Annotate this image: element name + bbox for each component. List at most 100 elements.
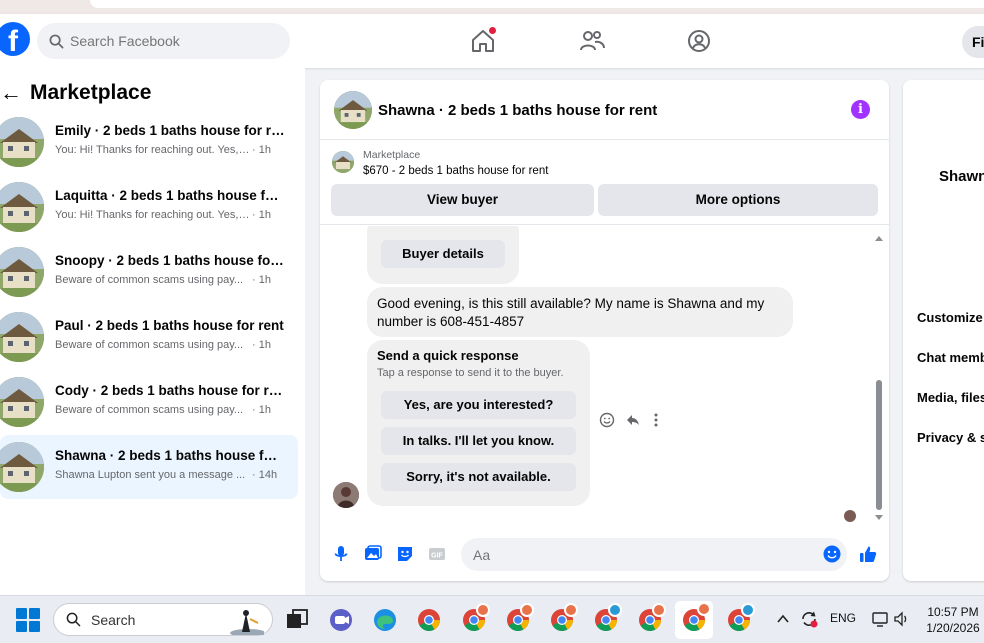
- conversation-item[interactable]: Shawna · 2 beds 1 baths house for ... Sha…: [0, 435, 298, 499]
- chrome-active-window[interactable]: [675, 601, 713, 639]
- details-media-files[interactable]: Media, files: [917, 390, 984, 405]
- back-arrow-icon[interactable]: ←: [0, 80, 22, 106]
- conversation-name: Snoopy · 2 beds 1 baths house for ...: [55, 253, 285, 268]
- listing-thumbnail: [0, 247, 44, 297]
- chrome-profile-icon[interactable]: [459, 603, 490, 635]
- sticker-icon[interactable]: [395, 544, 415, 564]
- teams-icon[interactable]: [326, 605, 356, 635]
- task-view-icon[interactable]: [282, 605, 312, 635]
- search-icon: [49, 34, 64, 48]
- quick-response-subtitle: Tap a response to send it to the buyer.: [377, 367, 564, 379]
- conversation-name: Shawna · 2 beds 1 baths house for ...: [55, 448, 285, 463]
- quick-reply-in-talks[interactable]: In talks. I'll let you know.: [381, 427, 576, 455]
- conversation-item[interactable]: Emily · 2 beds 1 baths house for rent You…: [0, 110, 298, 174]
- facebook-header: f Fi: [0, 14, 984, 68]
- conversation-name: Paul · 2 beds 1 baths house for rent: [55, 318, 284, 333]
- conversation-time: · 1h: [252, 144, 271, 156]
- language-indicator[interactable]: ENG: [830, 611, 856, 625]
- conversation-item[interactable]: Laquitta · 2 beds 1 baths house for... Yo…: [0, 175, 298, 239]
- profile-badge-icon: [741, 603, 755, 617]
- facebook-search[interactable]: [37, 23, 290, 59]
- scroll-down-icon[interactable]: [873, 513, 885, 521]
- emoji-icon[interactable]: [822, 544, 842, 564]
- search-highlight-icon: [230, 610, 264, 635]
- microphone-icon[interactable]: [331, 544, 351, 564]
- facebook-logo-icon[interactable]: f: [0, 22, 30, 56]
- quick-reply-yes[interactable]: Yes, are you interested?: [381, 391, 576, 419]
- conversation-preview: You: Hi! Thanks for reaching out. Yes, i…: [55, 144, 250, 156]
- conversation-item[interactable]: Cody · 2 beds 1 baths house for rent Bewa…: [0, 370, 298, 434]
- chat-scrollbar[interactable]: [873, 230, 885, 522]
- like-thumb-icon[interactable]: [858, 544, 878, 564]
- quick-response-title: Send a quick response: [377, 348, 519, 363]
- buyer-details-bubble: Buyer details: [367, 226, 519, 284]
- message-input[interactable]: [461, 538, 847, 571]
- chrome-icon[interactable]: [414, 605, 444, 635]
- sender-avatar[interactable]: [333, 482, 359, 508]
- profile-badge-icon: [564, 603, 578, 617]
- sync-alert-icon[interactable]: [799, 609, 819, 629]
- message-actions: [599, 412, 661, 428]
- network-icon[interactable]: [871, 610, 889, 628]
- info-icon[interactable]: i: [851, 100, 870, 119]
- conversation-preview: Beware of common scams using pay...: [55, 339, 244, 351]
- friends-nav-button[interactable]: [577, 26, 607, 56]
- conversation-preview: Beware of common scams using pay...: [55, 404, 244, 416]
- more-vertical-icon[interactable]: [651, 412, 661, 428]
- scroll-up-icon[interactable]: [873, 235, 885, 243]
- reply-arrow-icon[interactable]: [625, 412, 641, 428]
- details-chat-members[interactable]: Chat memb: [917, 350, 984, 365]
- gif-icon[interactable]: GIF: [427, 544, 447, 564]
- chrome-profile-icon[interactable]: [547, 603, 578, 635]
- scrollbar-thumb[interactable]: [876, 380, 882, 510]
- listing-source: Marketplace: [363, 149, 421, 161]
- conversation-time: · 1h: [252, 209, 271, 221]
- profile-badge-icon: [520, 603, 534, 617]
- chrome-profile-icon[interactable]: [503, 603, 534, 635]
- home-nav-button[interactable]: [468, 26, 498, 56]
- listing-card: Marketplace $670 - 2 beds 1 baths house …: [320, 141, 889, 225]
- search-input[interactable]: [70, 33, 270, 49]
- profile-button[interactable]: Fi: [962, 26, 984, 58]
- groups-nav-button[interactable]: [684, 26, 714, 56]
- system-clock[interactable]: 10:57 PM 1/20/2026: [922, 604, 984, 636]
- react-emoji-icon[interactable]: [599, 412, 615, 428]
- conversation-time: · 1h: [252, 404, 271, 416]
- taskbar-search[interactable]: Search: [53, 603, 273, 636]
- chat-panel: Shawna · 2 beds 1 baths house for rent i…: [320, 80, 889, 581]
- profile-badge-icon: [652, 603, 666, 617]
- details-name: Shawn: [939, 168, 984, 185]
- browser-top-strip: [0, 0, 984, 14]
- conversation-name: Cody · 2 beds 1 baths house for rent: [55, 383, 285, 398]
- listing-price-title[interactable]: $670 - 2 beds 1 baths house for rent: [363, 165, 548, 177]
- tray-chevron-up-icon[interactable]: [776, 612, 790, 626]
- listing-avatar[interactable]: [334, 91, 372, 129]
- incoming-message: Good evening, is this still available? M…: [367, 287, 793, 337]
- chrome-profile-icon[interactable]: [635, 603, 666, 635]
- view-buyer-button[interactable]: View buyer: [331, 184, 594, 216]
- search-icon: [66, 612, 81, 627]
- clock-time: 10:57 PM: [927, 605, 979, 619]
- windows-start-icon[interactable]: [16, 608, 40, 632]
- marketplace-sidebar: ← Marketplace Emily · 2 beds 1 baths hou…: [0, 68, 305, 595]
- conversation-item[interactable]: Snoopy · 2 beds 1 baths house for ... Bew…: [0, 240, 298, 304]
- chrome-profile-icon[interactable]: [591, 603, 622, 635]
- volume-icon[interactable]: [893, 610, 911, 628]
- sidebar-title: Marketplace: [30, 81, 152, 104]
- chat-details-panel: Shawn Customize Chat memb Media, files P…: [903, 80, 984, 581]
- buyer-details-button[interactable]: Buyer details: [381, 240, 505, 268]
- conversation-name: Laquitta · 2 beds 1 baths house for...: [55, 188, 285, 203]
- conversation-preview: Beware of common scams using pay...: [55, 274, 244, 286]
- edge-icon[interactable]: [370, 605, 400, 635]
- details-privacy[interactable]: Privacy & s: [917, 430, 984, 445]
- more-options-button[interactable]: More options: [598, 184, 878, 216]
- conversation-preview: Shawna Lupton sent you a message ...: [55, 469, 246, 481]
- listing-thumbnail: [0, 377, 44, 427]
- quick-reply-sorry[interactable]: Sorry, it's not available.: [381, 463, 576, 491]
- listing-thumbnail[interactable]: [332, 151, 354, 173]
- seen-avatar: [844, 510, 856, 522]
- details-customize[interactable]: Customize: [917, 310, 983, 325]
- photo-icon[interactable]: [363, 544, 383, 564]
- chrome-profile-icon[interactable]: [724, 603, 755, 635]
- conversation-item[interactable]: Paul · 2 beds 1 baths house for rent Bewa…: [0, 305, 298, 369]
